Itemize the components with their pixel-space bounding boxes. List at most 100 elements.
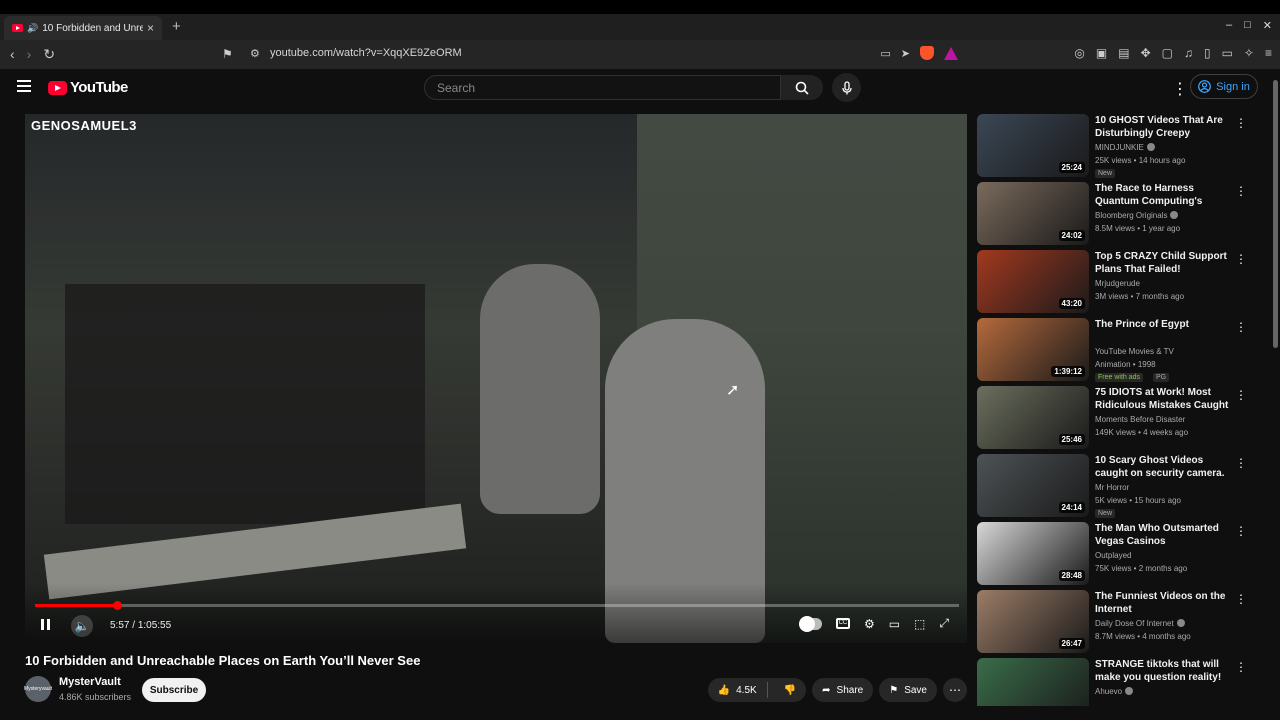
- brave-rewards-icon[interactable]: [944, 46, 958, 60]
- duration: 1:05:55: [137, 620, 172, 631]
- recommendation-item[interactable]: 24:14 10 Scary Ghost Videos caught on sec…: [977, 454, 1269, 520]
- channel-avatar[interactable]: Mysteryvault: [24, 676, 52, 702]
- video-menu-icon[interactable]: ⋮: [1235, 592, 1247, 606]
- browser-menu-icon[interactable]: ≡: [1265, 46, 1272, 60]
- forward-icon[interactable]: ›: [27, 46, 32, 63]
- video-title[interactable]: The Race to Harness Quantum Computing's …: [1095, 182, 1231, 208]
- video-thumbnail[interactable]: 43:20: [977, 250, 1089, 313]
- recommendation-item[interactable]: 26:47 The Funniest Videos on the Internet…: [977, 590, 1269, 656]
- recommendation-item[interactable]: 25:24 10 GHOST Videos That Are Disturbing…: [977, 114, 1269, 180]
- page-scrollbar[interactable]: [1273, 80, 1278, 348]
- audio-playing-icon[interactable]: 🔊: [27, 23, 38, 34]
- close-tab-icon[interactable]: ×: [147, 21, 154, 35]
- video-title[interactable]: 10 Scary Ghost Videos caught on security…: [1095, 454, 1231, 480]
- extension-screenshot-icon[interactable]: ▢: [1162, 46, 1173, 60]
- channel-name[interactable]: Ahuevo: [1095, 687, 1134, 696]
- voice-search-button[interactable]: [832, 73, 861, 102]
- video-menu-icon[interactable]: ⋮: [1235, 116, 1247, 130]
- cast-icon[interactable]: ▭: [880, 47, 890, 60]
- video-thumbnail[interactable]: 25:24: [977, 114, 1089, 177]
- video-menu-icon[interactable]: ⋮: [1235, 388, 1247, 402]
- site-settings-icon[interactable]: ⚙: [250, 47, 260, 60]
- video-menu-icon[interactable]: ⋮: [1235, 320, 1247, 334]
- video-title[interactable]: The Man Who Outsmarted Vegas Casinos: [1095, 522, 1231, 548]
- video-thumbnail[interactable]: 28:48: [977, 522, 1089, 585]
- save-button[interactable]: ⚑ Save: [879, 678, 937, 702]
- settings-kebab-icon[interactable]: ⋮: [1172, 79, 1188, 99]
- extensions-puzzle-icon[interactable]: ✥: [1141, 46, 1151, 60]
- video-thumbnail[interactable]: 26:47: [977, 590, 1089, 653]
- more-actions-icon[interactable]: ⋯: [943, 678, 967, 702]
- close-window-button[interactable]: ✕: [1263, 19, 1272, 32]
- share-button[interactable]: ➦ Share: [812, 678, 874, 702]
- video-title[interactable]: Top 5 CRAZY Child Support Plans That Fai…: [1095, 250, 1231, 276]
- recommendation-item[interactable]: 1:39:12 The Prince of Egypt YouTube Movies…: [977, 318, 1269, 384]
- video-thumbnail[interactable]: 24:14: [977, 454, 1089, 517]
- volume-icon[interactable]: 🔈: [71, 615, 93, 637]
- search-button[interactable]: [781, 75, 823, 100]
- media-music-icon[interactable]: ♫: [1184, 46, 1193, 60]
- channel-name[interactable]: MINDJUNKIE: [1095, 143, 1155, 152]
- video-title[interactable]: STRANGE tiktoks that will make you quest…: [1095, 658, 1231, 684]
- fullscreen-icon[interactable]: ⤢: [939, 616, 949, 631]
- video-thumbnail[interactable]: 1:39:12: [977, 318, 1089, 381]
- send-icon[interactable]: ➤: [901, 47, 910, 60]
- video-menu-icon[interactable]: ⋮: [1235, 184, 1247, 198]
- video-title[interactable]: The Funniest Videos on the Internet: [1095, 590, 1231, 616]
- settings-gear-icon[interactable]: ⚙: [864, 617, 875, 631]
- cast-icon[interactable]: ⬚: [914, 617, 925, 631]
- channel-name[interactable]: Outplayed: [1095, 551, 1131, 560]
- extension-translate-icon[interactable]: ▤: [1118, 46, 1129, 60]
- recommendation-item[interactable]: 24:02 The Race to Harness Quantum Computi…: [977, 182, 1269, 248]
- video-title[interactable]: 75 IDIOTS at Work! Most Ridiculous Mista…: [1095, 386, 1231, 412]
- video-thumbnail[interactable]: 25:46: [977, 386, 1089, 449]
- video-thumbnail[interactable]: [977, 658, 1089, 706]
- channel-name[interactable]: Moments Before Disaster: [1095, 415, 1185, 424]
- video-menu-icon[interactable]: ⋮: [1235, 660, 1247, 674]
- extension-badge-icon[interactable]: ▣: [1096, 46, 1107, 60]
- video-menu-icon[interactable]: ⋮: [1235, 252, 1247, 266]
- maximize-button[interactable]: □: [1244, 19, 1251, 32]
- dislike-button[interactable]: 👎: [774, 685, 806, 696]
- video-player[interactable]: GENOSAMUEL3 ➚ 🔈 5:57 / 1:05:55 CC ⚙ ▭ ⬚ …: [25, 114, 967, 643]
- address-bar[interactable]: ⚑ ⚙ youtube.com/watch?v=XqqXE9ZeORM ▭ ➤: [222, 44, 966, 65]
- video-menu-icon[interactable]: ⋮: [1235, 456, 1247, 470]
- channel-name[interactable]: MysterVault: [59, 676, 121, 688]
- channel-name[interactable]: Bloomberg Originals: [1095, 211, 1179, 220]
- url-text[interactable]: youtube.com/watch?v=XqqXE9ZeORM: [270, 47, 462, 59]
- subscribe-button[interactable]: Subscribe: [142, 678, 206, 702]
- sign-in-button[interactable]: Sign in: [1190, 74, 1258, 99]
- channel-name[interactable]: Daily Dose Of Internet: [1095, 619, 1185, 628]
- back-icon[interactable]: ‹: [10, 46, 15, 63]
- brave-shield-icon[interactable]: [920, 46, 934, 60]
- subtitles-icon[interactable]: CC: [835, 618, 850, 629]
- extension-glasses-icon[interactable]: ◎: [1074, 46, 1084, 60]
- youtube-logo[interactable]: YouTube: [48, 79, 128, 96]
- bookmark-icon[interactable]: ⚑: [222, 47, 233, 61]
- new-tab-button[interactable]: +: [172, 18, 181, 35]
- like-button[interactable]: 👍 4.5K: [708, 682, 768, 698]
- recommendation-item[interactable]: STRANGE tiktoks that will make you quest…: [977, 658, 1269, 706]
- miniplayer-icon[interactable]: ▭: [889, 617, 900, 631]
- channel-name[interactable]: Mr Horror: [1095, 483, 1129, 492]
- video-thumbnail[interactable]: 24:02: [977, 182, 1089, 245]
- reload-icon[interactable]: ↻: [43, 46, 55, 63]
- channel-name[interactable]: Mrjudgerude: [1095, 279, 1140, 288]
- channel-name[interactable]: YouTube Movies & TV: [1095, 347, 1174, 356]
- recommendation-item[interactable]: 25:46 75 IDIOTS at Work! Most Ridiculous …: [977, 386, 1269, 452]
- video-menu-icon[interactable]: ⋮: [1235, 524, 1247, 538]
- minimize-button[interactable]: –: [1226, 19, 1232, 32]
- search-input[interactable]: Search: [424, 75, 781, 100]
- browser-tab[interactable]: 🔊 10 Forbidden and Unreac ×: [4, 16, 162, 40]
- hamburger-menu-icon[interactable]: [17, 80, 31, 95]
- autoplay-toggle[interactable]: [798, 615, 822, 632]
- sidebar-toggle-icon[interactable]: ▯: [1204, 46, 1211, 60]
- pause-button[interactable]: [41, 619, 50, 630]
- recommendation-item[interactable]: 28:48 The Man Who Outsmarted Vegas Casino…: [977, 522, 1269, 588]
- recommendation-item[interactable]: 43:20 Top 5 CRAZY Child Support Plans Tha…: [977, 250, 1269, 316]
- video-title[interactable]: The Prince of Egypt: [1095, 318, 1231, 331]
- wallet-icon[interactable]: ▭: [1222, 46, 1233, 60]
- progress-bar[interactable]: [35, 601, 959, 610]
- leo-ai-icon[interactable]: ✧: [1244, 46, 1254, 60]
- video-title[interactable]: 10 GHOST Videos That Are Disturbingly Cr…: [1095, 114, 1231, 140]
